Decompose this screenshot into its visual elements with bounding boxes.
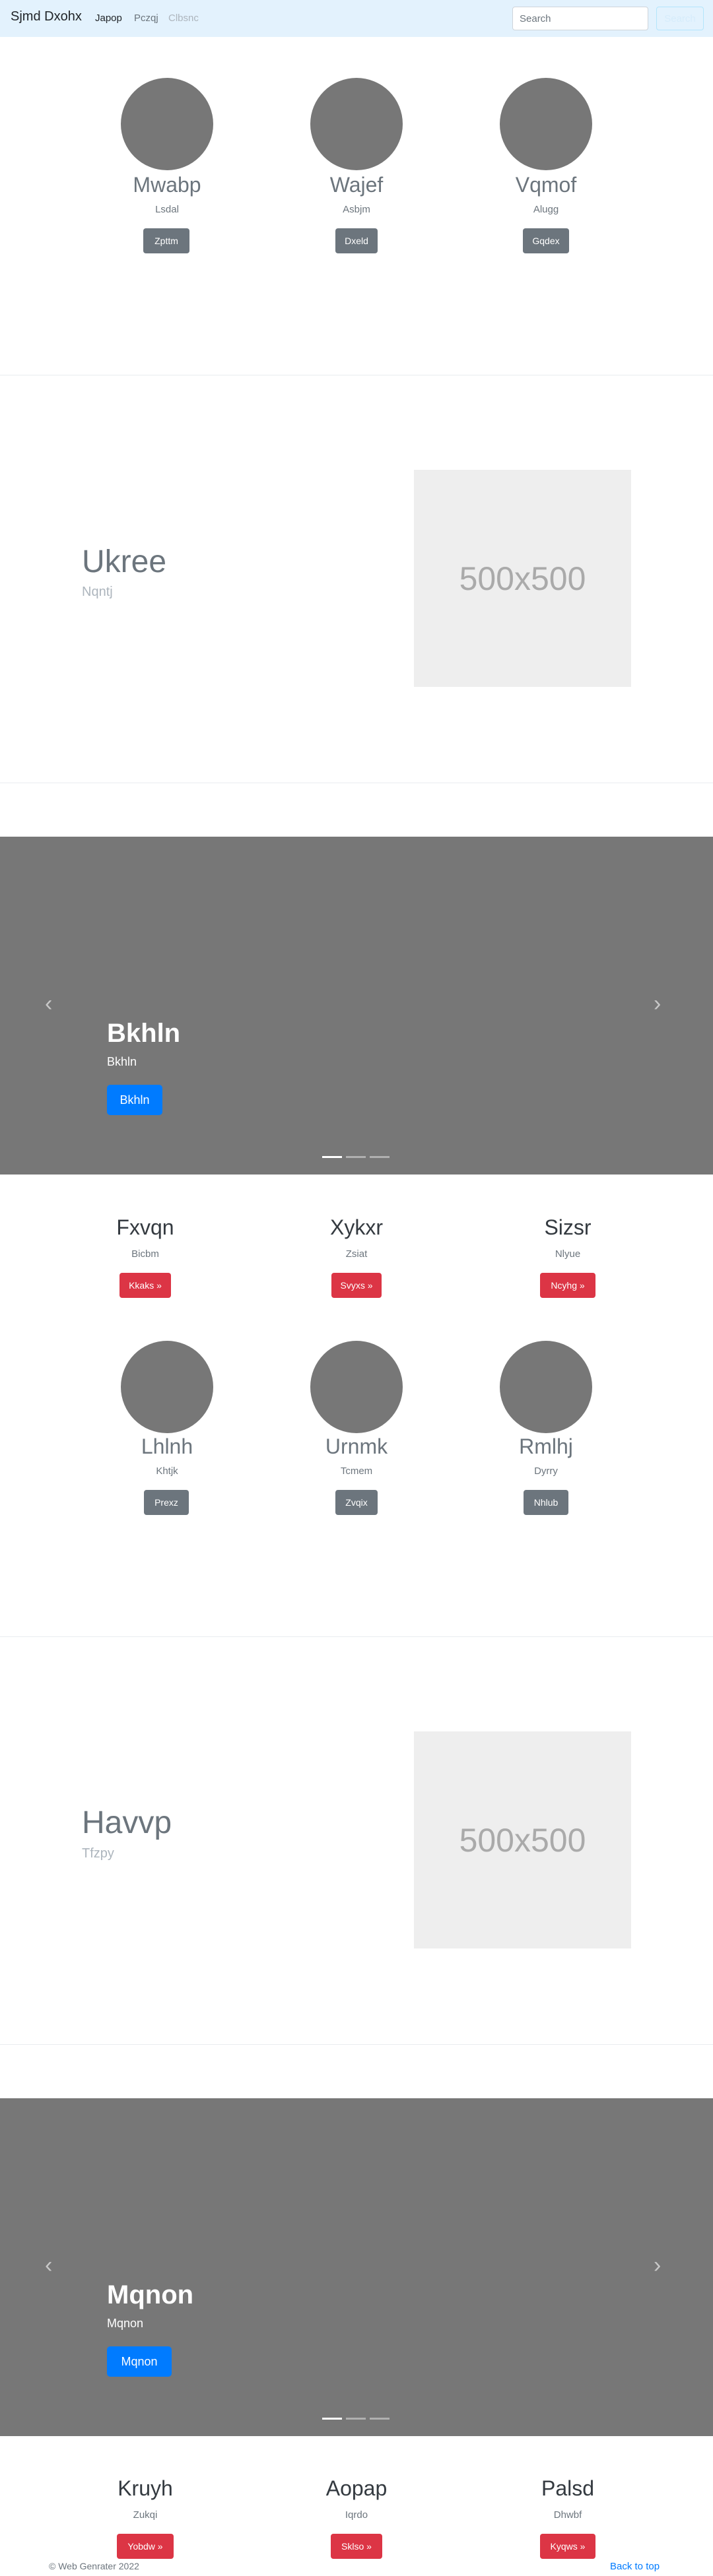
nav-link-clbsnc: Clbsnc xyxy=(168,13,199,24)
column-button[interactable]: Dxeld xyxy=(335,228,378,253)
image-size-label: 500x500 xyxy=(459,1821,586,1859)
nav-link-japop[interactable]: Japop xyxy=(95,13,122,24)
carousel-heading: Bkhln xyxy=(107,1019,181,1048)
image-size-label: 500x500 xyxy=(459,560,586,597)
chevron-left-icon[interactable]: ‹ xyxy=(45,2253,52,2278)
carousel-caption: Bkhln xyxy=(107,1055,137,1068)
column-title: Fxvqn xyxy=(116,1215,174,1239)
column-title: Aopap xyxy=(325,2476,388,2500)
column-button[interactable]: Nhlub xyxy=(524,1490,568,1515)
column-button[interactable]: Zpttm xyxy=(143,228,189,253)
column-title: Wajef xyxy=(329,173,384,197)
featurette-subheading: Nqntj xyxy=(82,585,113,599)
column-button[interactable]: Kkaks » xyxy=(119,1273,171,1298)
column-subtitle: Tcmem xyxy=(340,1465,373,1477)
navbar: Sjmd Dxohx Japop Pczqj Clbsnc Search xyxy=(0,0,713,37)
carousel-button[interactable]: Mqnon xyxy=(107,2346,172,2377)
column-button[interactable]: Yobdw » xyxy=(117,2534,174,2559)
carousel-1: ‹ › Bkhln Bkhln Bkhln xyxy=(0,837,713,1175)
column-title: Urnmk xyxy=(325,1434,388,1458)
placeholder-circle-image xyxy=(121,1341,213,1433)
column-title: Lhlnh xyxy=(141,1434,193,1458)
carousel-2: ‹ › Mqnon Mqnon Mqnon xyxy=(0,2098,713,2436)
chevron-right-icon[interactable]: › xyxy=(654,991,661,1017)
column-button[interactable]: Zvqix xyxy=(335,1490,378,1515)
featurette-placeholder-image: 500x500 xyxy=(414,470,631,687)
column-subtitle: Zukqi xyxy=(133,2509,158,2521)
featurette-divider xyxy=(0,2044,713,2045)
carousel-indicator[interactable] xyxy=(370,2418,390,2420)
column-subtitle: Dhwbf xyxy=(553,2509,582,2521)
column-button[interactable]: Prexz xyxy=(144,1490,189,1515)
placeholder-circle-image xyxy=(310,1341,403,1433)
footer-copyright: © Web Genrater 2022 xyxy=(49,2561,139,2571)
carousel-button[interactable]: Bkhln xyxy=(107,1085,162,1115)
column-button[interactable]: Gqdex xyxy=(523,228,569,253)
featurette-divider xyxy=(0,1636,713,1637)
column-subtitle: Khtjk xyxy=(156,1465,178,1477)
column-button[interactable]: Ncyhg » xyxy=(540,1273,595,1298)
carousel-heading: Mqnon xyxy=(107,2280,194,2309)
nav-link-pczqj[interactable]: Pczqj xyxy=(134,13,158,24)
column-title: Kruyh xyxy=(118,2476,173,2500)
carousel-indicator[interactable] xyxy=(322,2418,342,2420)
column-subtitle: Bicbm xyxy=(131,1248,159,1260)
column-subtitle: Lsdal xyxy=(155,204,179,215)
column-title: Sizsr xyxy=(544,1215,592,1239)
featurette-placeholder-image: 500x500 xyxy=(414,1731,631,1948)
chevron-left-icon[interactable]: ‹ xyxy=(45,991,52,1017)
carousel-indicator[interactable] xyxy=(346,2418,366,2420)
featurette-heading: Havvp xyxy=(82,1805,172,1840)
navbar-brand[interactable]: Sjmd Dxohx xyxy=(11,9,82,24)
column-button[interactable]: Sklso » xyxy=(331,2534,382,2559)
search-button[interactable]: Search xyxy=(656,7,704,30)
placeholder-circle-image xyxy=(500,78,592,170)
carousel-indicator[interactable] xyxy=(370,1156,390,1158)
column-subtitle: Zsiat xyxy=(345,1248,368,1260)
column-title: Palsd xyxy=(541,2476,595,2500)
featurette-heading: Ukree xyxy=(82,544,167,579)
column-title: Rmlhj xyxy=(519,1434,573,1458)
carousel-caption: Mqnon xyxy=(107,2317,144,2330)
carousel-indicator[interactable] xyxy=(346,1156,366,1158)
column-title: Xykxr xyxy=(330,1215,383,1239)
column-subtitle: Dyrry xyxy=(534,1465,558,1477)
column-button[interactable]: Kyqws » xyxy=(540,2534,595,2559)
column-title: Vqmof xyxy=(515,173,577,197)
placeholder-circle-image xyxy=(310,78,403,170)
search-input[interactable] xyxy=(512,7,648,30)
column-subtitle: Asbjm xyxy=(343,204,370,215)
chevron-right-icon[interactable]: › xyxy=(654,2253,661,2278)
column-title: Mwabp xyxy=(133,173,201,197)
column-subtitle: Alugg xyxy=(533,204,559,215)
column-button[interactable]: Svyxs » xyxy=(331,1273,382,1298)
back-to-top-link[interactable]: Back to top xyxy=(610,2561,660,2572)
column-subtitle: Nlyue xyxy=(555,1248,581,1260)
placeholder-circle-image xyxy=(121,78,213,170)
placeholder-circle-image xyxy=(500,1341,592,1433)
carousel-indicator[interactable] xyxy=(322,1156,342,1158)
column-subtitle: Iqrdo xyxy=(345,2509,368,2521)
featurette-subheading: Tfzpy xyxy=(82,1846,114,1861)
